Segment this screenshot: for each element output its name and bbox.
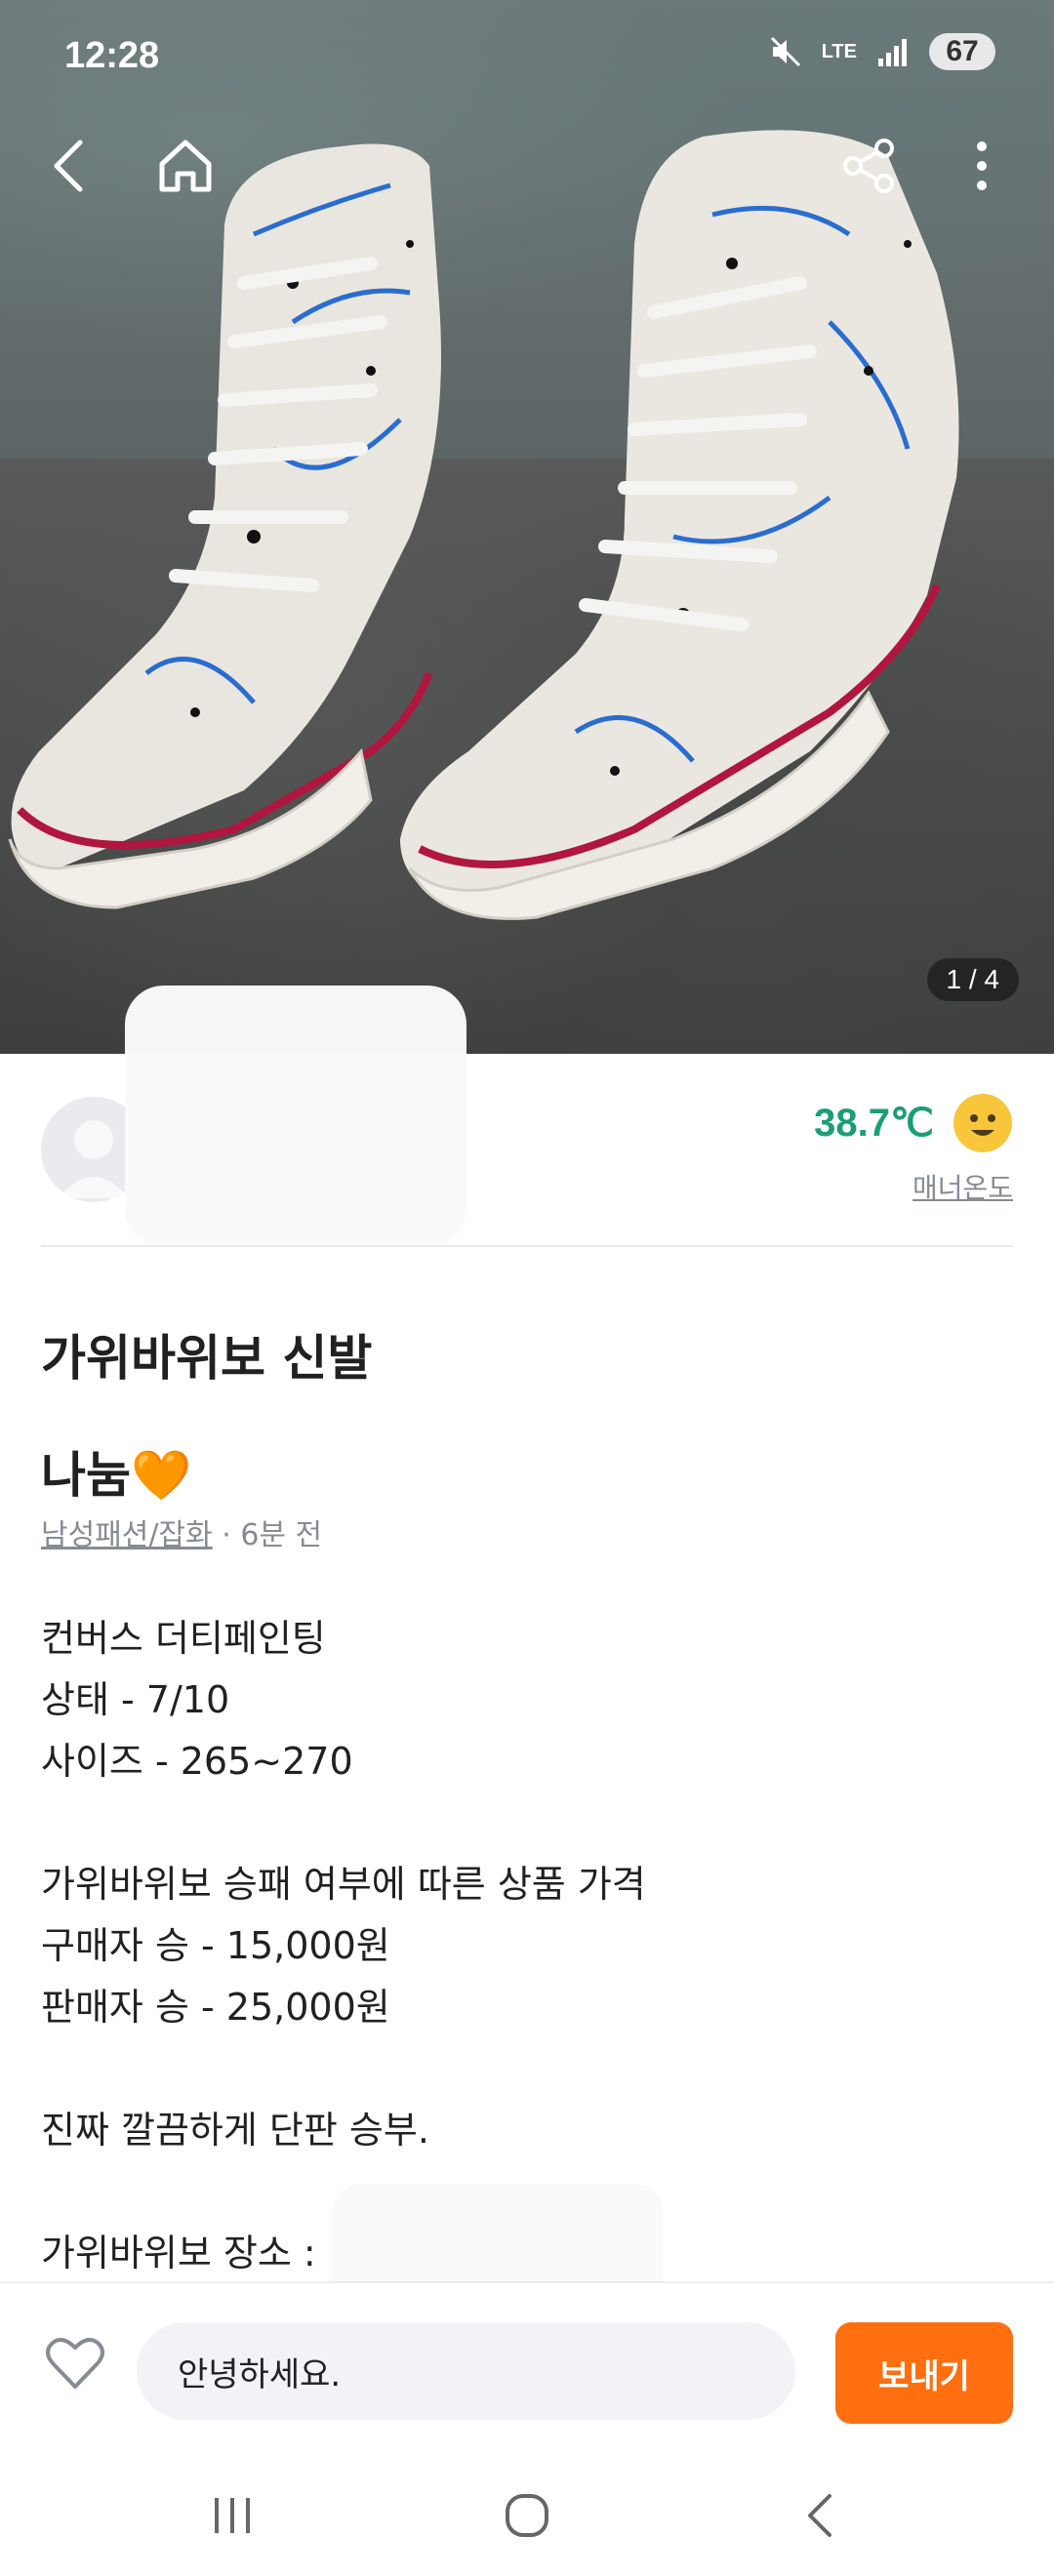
- status-time: 12:28: [64, 35, 160, 76]
- lte-indicator: LTE: [821, 40, 857, 62]
- system-nav-bar: [0, 2455, 1054, 2576]
- message-input-value: 안녕하세요.: [178, 2355, 342, 2395]
- status-bar: 12:28 LTE 67: [0, 0, 1054, 117]
- home-circle-icon: [506, 2494, 548, 2537]
- home-icon: [159, 140, 212, 192]
- message-input[interactable]: 안녕하세요.: [137, 2322, 795, 2420]
- back-nav-button[interactable]: [781, 2484, 859, 2547]
- more-vertical-icon: [977, 141, 987, 190]
- battery-indicator: 67: [929, 33, 995, 70]
- temperature-value: 38.7℃: [814, 1102, 934, 1145]
- recent-apps-button[interactable]: [193, 2484, 271, 2547]
- manner-label[interactable]: 매너온도: [814, 1167, 1013, 1206]
- signal-icon: [878, 39, 907, 66]
- send-button[interactable]: 보내기: [835, 2322, 1013, 2424]
- right-shoe-image: [400, 130, 959, 920]
- like-button[interactable]: [45, 2336, 105, 2395]
- product-image[interactable]: 12:28 LTE 67 1 / 4: [0, 0, 1054, 1054]
- manner-temperature[interactable]: 38.7℃ 매너온도: [814, 1093, 1013, 1206]
- post-title: 가위바위보 신발 나눔🧡: [41, 1300, 997, 1534]
- redacted-seller-name: [125, 986, 466, 1247]
- recent-apps-icon: [215, 2498, 250, 2533]
- home-button[interactable]: [146, 127, 224, 205]
- share-icon: [843, 139, 894, 193]
- category-link[interactable]: 남성패션/잡화: [41, 1518, 213, 1552]
- status-icons: LTE 67: [769, 33, 995, 70]
- heart-icon: [46, 2337, 104, 2389]
- mute-icon: [770, 36, 800, 67]
- divider: [41, 1245, 1013, 1247]
- chevron-left-icon: [54, 140, 83, 192]
- time-ago: · 6분 전: [212, 1518, 323, 1552]
- post-title-line2: 나눔🧡: [41, 1447, 192, 1504]
- chat-bar: 안녕하세요. 보내기: [0, 2281, 1054, 2457]
- home-nav-button[interactable]: [488, 2484, 566, 2547]
- image-counter: 1 / 4: [926, 958, 1019, 1001]
- post-meta: 남성패션/잡화 · 6분 전: [41, 1510, 322, 1553]
- smile-face-icon: [953, 1094, 1012, 1152]
- back-nav-icon: [808, 2494, 831, 2537]
- back-button[interactable]: [29, 127, 107, 205]
- share-button[interactable]: [830, 127, 908, 205]
- post-title-line1: 가위바위보 신발: [41, 1330, 373, 1387]
- more-options-button[interactable]: [943, 127, 1021, 205]
